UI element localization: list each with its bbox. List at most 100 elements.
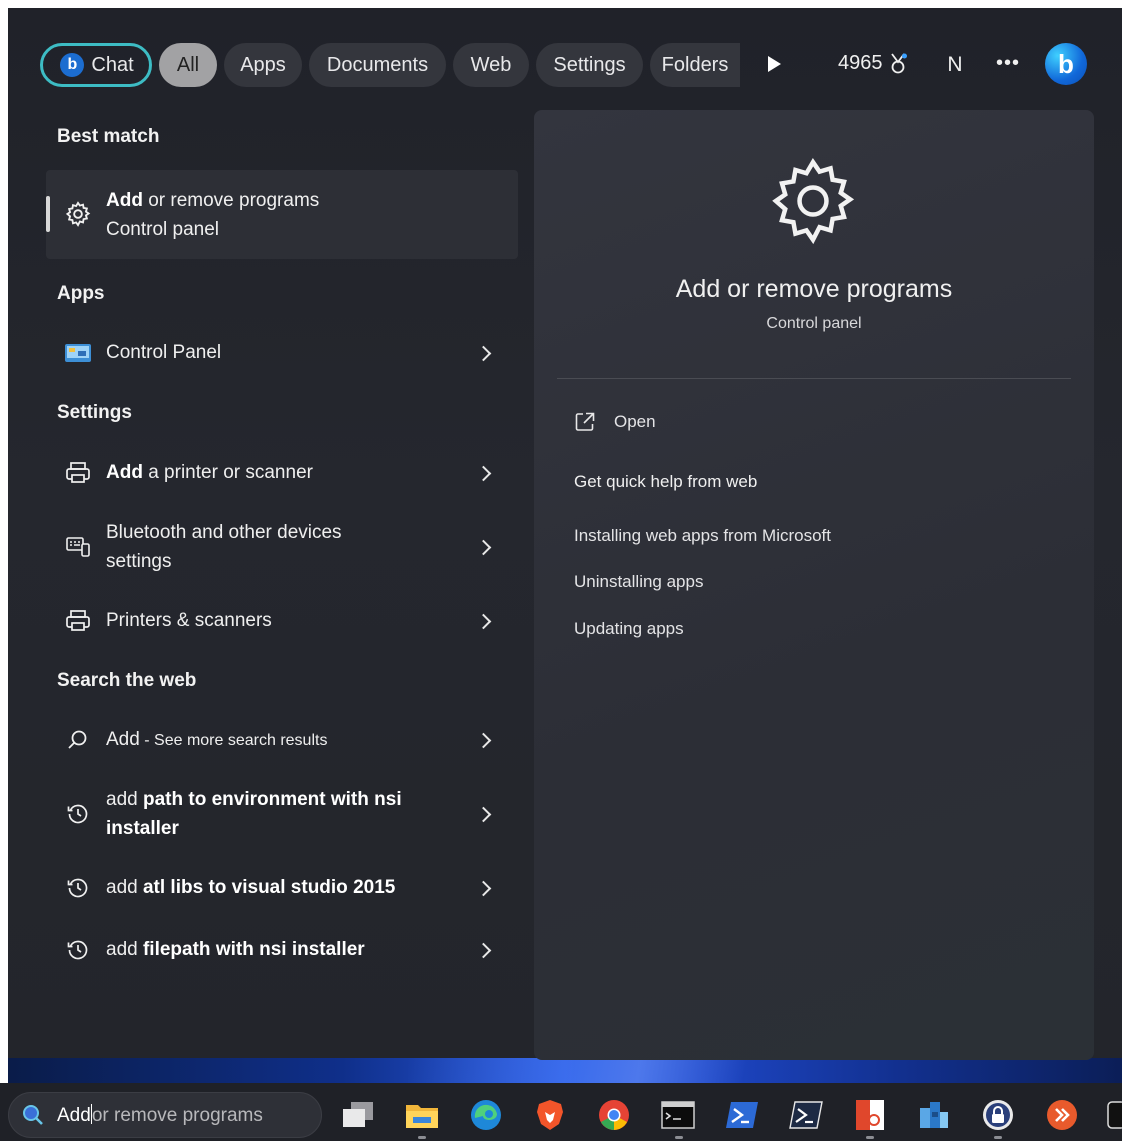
file-explorer-icon[interactable] [404,1097,440,1133]
web-item-bold: filepath with nsi installer [142,939,365,960]
help-link[interactable]: Installing web apps from Microsoft [574,526,831,546]
gear-icon [64,200,92,228]
tab-apps[interactable]: Apps [224,43,302,87]
best-match-title: or remove programs [142,190,320,211]
rewards-points[interactable]: 4965 [838,52,907,75]
rewards-medal-icon [890,52,907,73]
taskbar-search-input[interactable]: Addor remove programs [57,1104,263,1127]
tab-settings-label: Settings [553,53,626,76]
help-link[interactable]: Uninstalling apps [574,572,703,592]
web-item-prefix: add [106,939,143,960]
best-match-heading: Best match [57,126,160,147]
user-avatar[interactable]: N [938,46,972,84]
running-indicator [994,1136,1002,1139]
tab-folders-label: Folders [661,53,729,76]
search-typed-text: Add [57,1105,91,1126]
settings-item-add-printer[interactable]: Add a printer or scanner [46,454,518,492]
settings-item-bluetooth[interactable]: Bluetooth and other devices settings [46,518,518,576]
app-item-label: Control Panel [106,342,222,363]
chevron-right-icon[interactable] [475,345,492,362]
chevron-right-icon[interactable] [475,880,492,897]
search-suggestion-text: or remove programs [91,1105,263,1126]
settings-item-printers[interactable]: Printers & scanners [46,602,518,640]
tab-chat[interactable]: b Chat [40,43,152,87]
bing-icon[interactable]: b [1045,43,1087,85]
running-indicator [866,1136,874,1139]
bing-chat-icon: b [60,53,85,77]
search-icon [64,726,92,754]
tab-apps-label: Apps [240,53,286,76]
open-external-icon [575,412,595,431]
history-icon [64,874,92,902]
web-item-prefix: add [106,877,143,898]
office-icon[interactable] [852,1097,888,1133]
chevron-right-icon[interactable] [475,806,492,823]
web-item-bold: Add [106,729,140,750]
best-match-subtitle: Control panel [106,219,220,240]
best-match-item[interactable]: Add or remove programs Control panel [46,180,518,250]
search-icon [23,1105,43,1125]
preview-subtitle: Control panel [766,315,862,332]
more-options-icon[interactable]: ••• [996,52,1020,75]
search-filter-bar: b Chat All Apps Documents Web Settings F… [40,41,747,89]
search-web-heading: Search the web [57,670,197,691]
preview-divider [557,378,1071,379]
tab-folders[interactable]: Folders [650,43,740,87]
chevron-right-icon[interactable] [475,942,492,959]
settings-item-bold: Add [106,462,143,483]
tab-documents[interactable]: Documents [309,43,446,87]
apps-heading: Apps [57,283,105,304]
tab-chat-label: Chat [91,53,134,76]
tab-all-label: All [176,53,200,76]
tab-web[interactable]: Web [453,43,529,87]
web-item-history[interactable]: add filepath with nsi installer [46,931,518,969]
settings-heading: Settings [57,402,132,423]
desktop-wallpaper-strip [8,1058,1122,1083]
edge-icon[interactable] [468,1097,504,1133]
command-prompt-icon[interactable] [660,1097,696,1133]
settings-item-label-line2: settings [106,551,172,572]
help-link[interactable]: Updating apps [574,619,684,639]
gear-icon [772,158,855,245]
devices-icon [64,533,92,561]
powershell-icon[interactable] [724,1097,760,1133]
web-item-bold: path to environment with nsi [142,789,402,810]
brave-icon[interactable] [532,1097,568,1133]
history-icon [64,936,92,964]
chevron-right-icon[interactable] [475,539,492,556]
settings-item-label: Bluetooth and other devices [106,522,342,543]
tab-settings[interactable]: Settings [536,43,643,87]
web-item-bold-line2: installer [106,818,179,839]
web-item-see-more[interactable]: Add - See more search results [46,721,518,759]
chrome-icon[interactable] [596,1097,632,1133]
chevron-right-icon[interactable] [475,465,492,482]
web-item-history[interactable]: add atl libs to visual studio 2015 [46,869,518,907]
app-icon[interactable] [916,1097,952,1133]
tab-documents-label: Documents [326,53,429,76]
screen: b Chat All Apps Documents Web Settings F… [0,0,1122,1141]
remote-app-icon[interactable] [1044,1097,1080,1133]
terminal-icon[interactable] [1106,1097,1122,1133]
task-view-icon[interactable] [340,1097,376,1133]
chevron-right-icon[interactable] [475,732,492,749]
open-label: Open [614,412,656,431]
best-match-title-bold: Add [106,190,143,211]
web-item-label: - See more search results [139,732,328,749]
open-action[interactable]: Open [574,411,656,433]
powershell-admin-icon[interactable] [788,1097,824,1133]
web-item-prefix: add [106,789,143,810]
running-indicator [675,1136,683,1139]
control-panel-icon [64,339,92,367]
settings-item-label: Printers & scanners [106,610,272,631]
quick-help-heading: Get quick help from web [574,472,758,491]
chevron-right-icon[interactable] [475,613,492,630]
password-manager-icon[interactable] [980,1097,1016,1133]
tab-all[interactable]: All [159,43,217,87]
app-item-control-panel[interactable]: Control Panel [46,334,518,372]
tab-web-label: Web [470,53,512,76]
history-icon [64,800,92,828]
web-item-history[interactable]: add path to environment with nsi install… [46,785,518,843]
more-filters-play-icon[interactable] [768,56,781,72]
printer-icon [64,459,92,487]
preview-title: Add or remove programs [675,275,953,303]
